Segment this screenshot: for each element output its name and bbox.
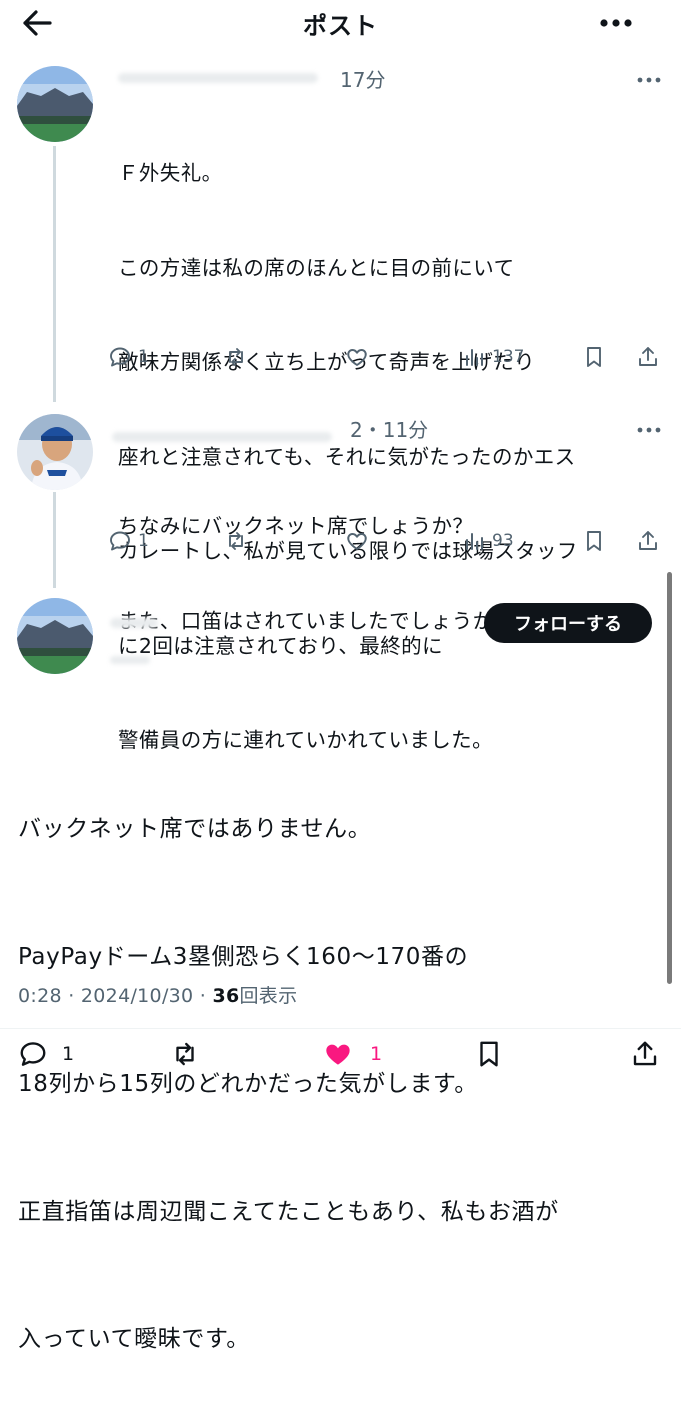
avatar[interactable] [17,66,93,142]
retweet-button[interactable] [224,342,248,372]
retweet-icon [229,532,243,550]
reply-count: 1 [138,347,149,367]
retweet-button[interactable] [170,1038,200,1070]
heart-icon [326,1044,350,1065]
share-button[interactable] [636,342,660,372]
divider [0,1028,681,1029]
text-line: 正直指笛は周辺聞こえてたこともあり、私もお酒が [18,1198,559,1225]
avatar[interactable] [17,414,93,490]
user-name-blurred[interactable] [118,73,318,83]
views-count: 36 [212,985,240,1007]
text-line: PayPayドーム3塁側恐らく160～170番の [18,943,469,970]
reply-count: 1 [138,531,149,551]
share-icon [633,1041,657,1066]
user-name-blurred[interactable] [110,618,158,628]
retweet-icon [176,1042,194,1066]
more-icon[interactable] [596,10,636,36]
post-time: 2・11分 [350,418,429,442]
text-line: この方達は私の席のほんとに目の前にいて [118,255,515,280]
share-icon [639,347,657,366]
bookmark-icon [480,1041,498,1067]
bookmark-icon [587,531,601,551]
user-handle-blurred[interactable] [110,656,150,664]
user-name-blurred[interactable] [112,432,332,442]
bookmark-button[interactable] [474,1038,504,1070]
more-icon[interactable] [634,72,664,86]
post-meta: 0:28 · 2024/10/30 · 36回表示 [18,985,298,1007]
bookmark-icon [587,347,601,367]
views-count: 137 [492,347,525,367]
reply-count: 1 [62,1043,75,1065]
views-icon [466,533,483,550]
follow-button[interactable]: フォローする [484,603,652,643]
views-icon [466,349,483,366]
reply-button[interactable]: 1 [108,526,149,556]
retweet-button[interactable] [224,526,248,556]
retweet-icon [229,348,243,366]
views-button[interactable]: 93 [462,526,514,556]
views-button[interactable]: 137 [462,342,524,372]
text-line: バックネット席ではありません。 [18,816,372,842]
more-icon[interactable] [634,422,664,436]
text-line: ちなみにバックネット席でしょうか？ [118,514,474,538]
reply-icon [110,347,130,367]
text-line: また、口笛はされていましたでしょうか？ [118,608,515,633]
like-button[interactable] [345,526,369,556]
heart-icon [347,349,367,366]
views-count: 93 [492,531,514,551]
share-button[interactable] [636,526,660,556]
avatar[interactable] [17,598,93,674]
text-line: Ｆ外失礼。 [118,161,223,185]
reply-button[interactable]: 1 [18,1038,74,1070]
views-label: 回表示 [239,985,298,1007]
text-line: 入っていて曖昧です。 [18,1326,250,1352]
share-button[interactable] [630,1038,660,1070]
reply-post[interactable]: 2・11分 ちなみにバックネット席でしょうか？ また、口笛はされていましたでしょ… [0,408,681,633]
reply-icon [20,1042,46,1066]
page-title: ポスト [303,12,378,40]
reply-post[interactable]: 17分 Ｆ外失礼。 この方達は私の席のほんとに目の前にいて 敵味方関係なく立ち上… [0,60,681,752]
like-button[interactable]: 1 [322,1038,382,1070]
share-icon [639,531,657,550]
top-bar: ポスト [0,0,681,52]
like-count: 1 [370,1043,383,1065]
post-time: 0:28 [18,985,62,1007]
reply-icon [110,531,130,551]
back-arrow-icon[interactable] [20,8,54,38]
like-button[interactable] [345,342,369,372]
heart-icon [347,533,367,550]
bookmark-button[interactable] [582,526,606,556]
bookmark-button[interactable] [582,342,606,372]
post-date: 2024/10/30 [80,985,194,1007]
post-time: 17分 [340,68,386,92]
post-text: ちなみにバックネット席でしょうか？ また、口笛はされていましたでしょうか？ [118,448,514,700]
scrollbar[interactable] [667,572,672,984]
reply-button[interactable]: 1 [108,342,149,372]
